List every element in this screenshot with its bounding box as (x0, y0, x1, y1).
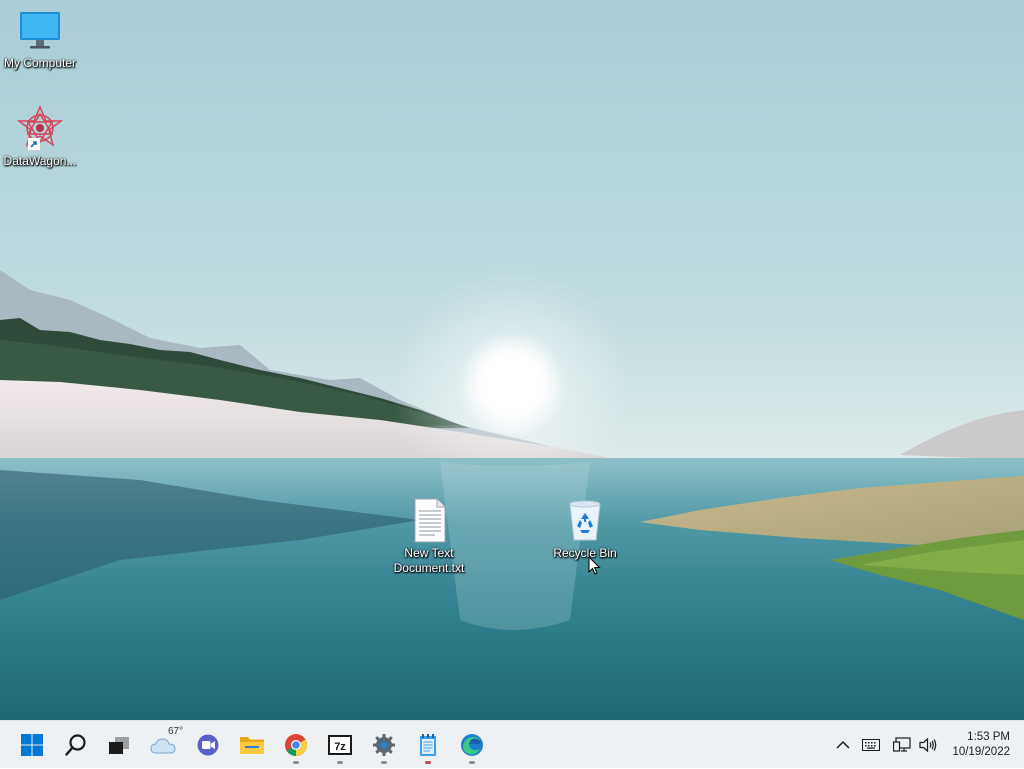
chevron-up-icon (836, 740, 850, 749)
edge-icon (461, 734, 483, 756)
taskbar: 67° 7z 1:53 PM 10/19/2022 (0, 720, 1024, 768)
task-view-icon (109, 737, 129, 754)
taskbar-task-view-button[interactable] (99, 725, 139, 765)
desktop-icon-label: My Computer (3, 56, 77, 70)
taskbar-notepad-button[interactable] (408, 725, 448, 765)
taskbar-start-button[interactable] (12, 725, 52, 765)
taskbar-clock[interactable]: 1:53 PM 10/19/2022 (952, 730, 1010, 760)
gear-icon (373, 734, 395, 756)
folder-icon (240, 737, 264, 754)
clock-date: 10/19/2022 (952, 746, 1010, 758)
text-file-icon (405, 496, 453, 544)
network-icon (893, 737, 911, 752)
desktop-icon-datawagon[interactable]: DataWagon... (0, 104, 80, 169)
monitor-icon (16, 6, 64, 54)
taskbar-file-explorer-button[interactable] (232, 725, 272, 765)
tray-overflow-button[interactable] (832, 721, 854, 769)
desktop-icon-label: Recycle Bin (553, 546, 617, 560)
shortcut-arrow-icon (28, 138, 40, 150)
running-indicator (293, 761, 299, 764)
desktop-icon-recycle-bin[interactable]: Recycle Bin (545, 496, 625, 561)
clock-time: 1:53 PM (967, 731, 1010, 743)
volume-icon (919, 737, 937, 753)
running-indicator (469, 761, 475, 764)
wallpaper-landscape (0, 265, 1024, 720)
weather-temperature: 67° (168, 726, 184, 737)
taskbar-weather-button[interactable]: 67° (144, 725, 184, 765)
running-indicator (337, 761, 343, 764)
tray-keyboard-button[interactable] (860, 721, 882, 769)
keyboard-icon (862, 739, 880, 751)
desktop-icon-my-computer[interactable]: My Computer (0, 6, 80, 71)
desktop-icon-label: New Text Document.txt (393, 546, 465, 575)
taskbar-search-button[interactable] (56, 725, 96, 765)
chat-icon (197, 734, 219, 756)
taskbar-chat-button[interactable] (188, 725, 228, 765)
notepad-icon (420, 734, 436, 756)
7zip-icon: 7z (328, 735, 352, 755)
desktop-icon-new-text-document[interactable]: New Text Document.txt (389, 496, 469, 576)
taskbar-settings-button[interactable] (364, 725, 404, 765)
recycle-bin-icon (561, 496, 609, 544)
desktop-icon-label: DataWagon... (3, 154, 77, 168)
windows-start-icon (21, 734, 43, 756)
desktop[interactable]: My Computer DataWagon... New Text Docume… (0, 0, 1024, 720)
taskbar-edge-button[interactable] (452, 725, 492, 765)
datawagon-app-icon (16, 104, 64, 152)
chrome-icon (285, 734, 307, 756)
tray-volume-button[interactable] (916, 721, 940, 769)
taskbar-7zip-button[interactable]: 7z (320, 725, 360, 765)
mouse-cursor-icon (588, 556, 601, 575)
taskbar-chrome-button[interactable] (276, 725, 316, 765)
tray-network-button[interactable] (890, 721, 914, 769)
svg-text:7z: 7z (334, 741, 346, 753)
running-indicator (425, 761, 431, 764)
running-indicator (381, 761, 387, 764)
search-icon (65, 734, 86, 756)
